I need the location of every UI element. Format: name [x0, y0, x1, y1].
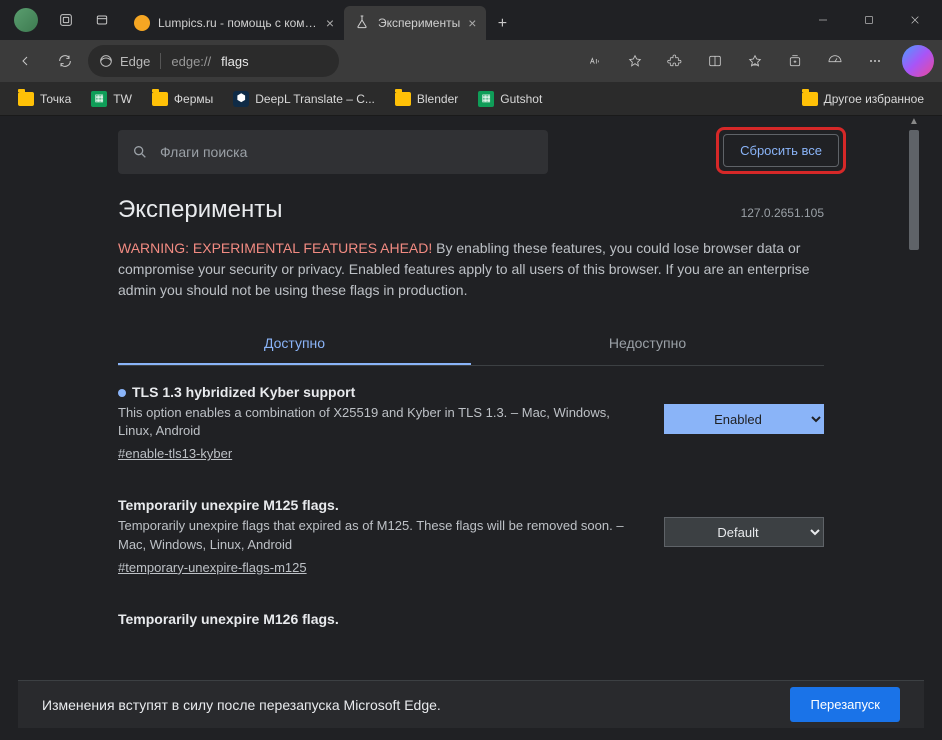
flag-item: Temporarily unexpire M126 flags.	[118, 593, 824, 645]
toolbar: Edge edge:// flags	[0, 40, 942, 82]
restart-footer: Изменения вступят в силу после перезапус…	[18, 680, 924, 728]
scroll-up-icon[interactable]: ▲	[908, 116, 920, 128]
url-path: flags	[221, 54, 248, 69]
bookmark-tw[interactable]: ▦TW	[83, 87, 140, 111]
profile-avatar[interactable]	[14, 8, 38, 32]
back-button[interactable]	[8, 44, 42, 78]
flag-item: Temporarily unexpire M125 flags. Tempora…	[118, 479, 824, 592]
tab-available[interactable]: Доступно	[118, 323, 471, 365]
flag-state-select[interactable]: Enabled	[664, 404, 824, 434]
warning-text: WARNING: EXPERIMENTAL FEATURES AHEAD! By…	[118, 238, 824, 301]
flag-title: TLS 1.3 hybridized Kyber support	[118, 384, 644, 400]
bookmark-other[interactable]: Другое избранное	[794, 88, 932, 110]
bookmark-fermy[interactable]: Фермы	[144, 88, 221, 110]
workspaces-icon[interactable]	[48, 2, 84, 38]
browser-tab-flags[interactable]: Эксперименты ×	[344, 6, 486, 40]
edge-icon	[98, 53, 114, 69]
folder-icon	[395, 92, 411, 106]
deepl-icon: ⬢	[233, 91, 249, 107]
modified-dot-icon	[118, 389, 126, 397]
reset-all-button[interactable]: Сбросить все	[723, 134, 839, 167]
flag-item: TLS 1.3 hybridized Kyber support This op…	[118, 366, 824, 479]
flag-title: Temporarily unexpire M126 flags.	[118, 611, 824, 627]
read-aloud-icon[interactable]	[578, 44, 612, 78]
collections-icon[interactable]	[778, 44, 812, 78]
flag-hash[interactable]: #enable-tls13-kyber	[118, 446, 644, 461]
tab-actions-icon[interactable]	[84, 2, 120, 38]
minimize-button[interactable]	[800, 4, 846, 36]
restart-button[interactable]: Перезапуск	[790, 687, 900, 722]
warning-prefix: WARNING: EXPERIMENTAL FEATURES AHEAD!	[118, 240, 432, 256]
refresh-button[interactable]	[48, 44, 82, 78]
flag-tabs: Доступно Недоступно	[118, 323, 824, 366]
lumpics-favicon	[134, 15, 150, 31]
page-title: Эксперименты	[118, 196, 282, 224]
footer-message: Изменения вступят в силу после перезапус…	[42, 697, 441, 713]
flag-state-select[interactable]: Default	[664, 517, 824, 547]
version-label: 127.0.2651.105	[741, 206, 824, 220]
bookmark-deepl[interactable]: ⬢DeepL Translate – C...	[225, 87, 383, 111]
favorites-icon[interactable]	[738, 44, 772, 78]
close-tab-icon[interactable]: ×	[326, 15, 334, 31]
page-title-row: Эксперименты 127.0.2651.105	[118, 196, 824, 224]
new-tab-button[interactable]: +	[486, 8, 518, 40]
performance-icon[interactable]	[818, 44, 852, 78]
tab-label: Lumpics.ru - помощь с компью	[158, 16, 318, 30]
folder-icon	[18, 92, 34, 106]
tab-label: Эксперименты	[378, 16, 460, 30]
titlebar: Lumpics.ru - помощь с компью × Экспериме…	[0, 0, 942, 40]
bookmark-tochka[interactable]: Точка	[10, 88, 79, 110]
scrollbar[interactable]: ▲	[908, 116, 920, 680]
reset-highlight-box: Сбросить все	[716, 127, 846, 174]
close-tab-icon[interactable]: ×	[468, 15, 476, 31]
maximize-button[interactable]	[846, 4, 892, 36]
flask-icon	[354, 14, 370, 33]
tab-unavailable[interactable]: Недоступно	[471, 323, 824, 365]
bookmark-gutshot[interactable]: ▦Gutshot	[470, 87, 550, 111]
flag-title: Temporarily unexpire M125 flags.	[118, 497, 644, 513]
search-icon	[132, 144, 148, 160]
flag-desc: This option enables a combination of X25…	[118, 404, 644, 440]
site-identity[interactable]: Edge	[98, 53, 150, 69]
flag-hash[interactable]: #temporary-unexpire-flags-m125	[118, 560, 644, 575]
sheet-icon: ▦	[91, 91, 107, 107]
more-menu-icon[interactable]	[858, 44, 892, 78]
folder-icon	[802, 92, 818, 106]
page-content: Флаги поиска Сбросить все Эксперименты 1…	[18, 116, 924, 680]
scroll-thumb[interactable]	[909, 130, 919, 250]
main-area: Эксперименты 127.0.2651.105 WARNING: EXP…	[18, 188, 924, 645]
bookmark-blender[interactable]: Blender	[387, 88, 466, 110]
copilot-button[interactable]	[902, 45, 934, 77]
close-window-button[interactable]	[892, 4, 938, 36]
window-controls	[800, 4, 938, 36]
edge-label: Edge	[120, 54, 150, 69]
address-bar[interactable]: Edge edge:// flags	[88, 45, 339, 77]
browser-tabs: Lumpics.ru - помощь с компью × Экспериме…	[124, 0, 800, 40]
folder-icon	[152, 92, 168, 106]
extensions-icon[interactable]	[658, 44, 692, 78]
flag-desc: Temporarily unexpire flags that expired …	[118, 517, 644, 553]
favorite-star-icon[interactable]	[618, 44, 652, 78]
divider	[160, 53, 161, 69]
url-prefix: edge://	[171, 54, 211, 69]
search-input[interactable]: Флаги поиска	[118, 130, 548, 174]
sheet-icon: ▦	[478, 91, 494, 107]
split-screen-icon[interactable]	[698, 44, 732, 78]
browser-tab-lumpics[interactable]: Lumpics.ru - помощь с компью ×	[124, 6, 344, 40]
search-placeholder: Флаги поиска	[160, 144, 247, 160]
bookmarks-bar: Точка ▦TW Фермы ⬢DeepL Translate – C... …	[0, 82, 942, 116]
